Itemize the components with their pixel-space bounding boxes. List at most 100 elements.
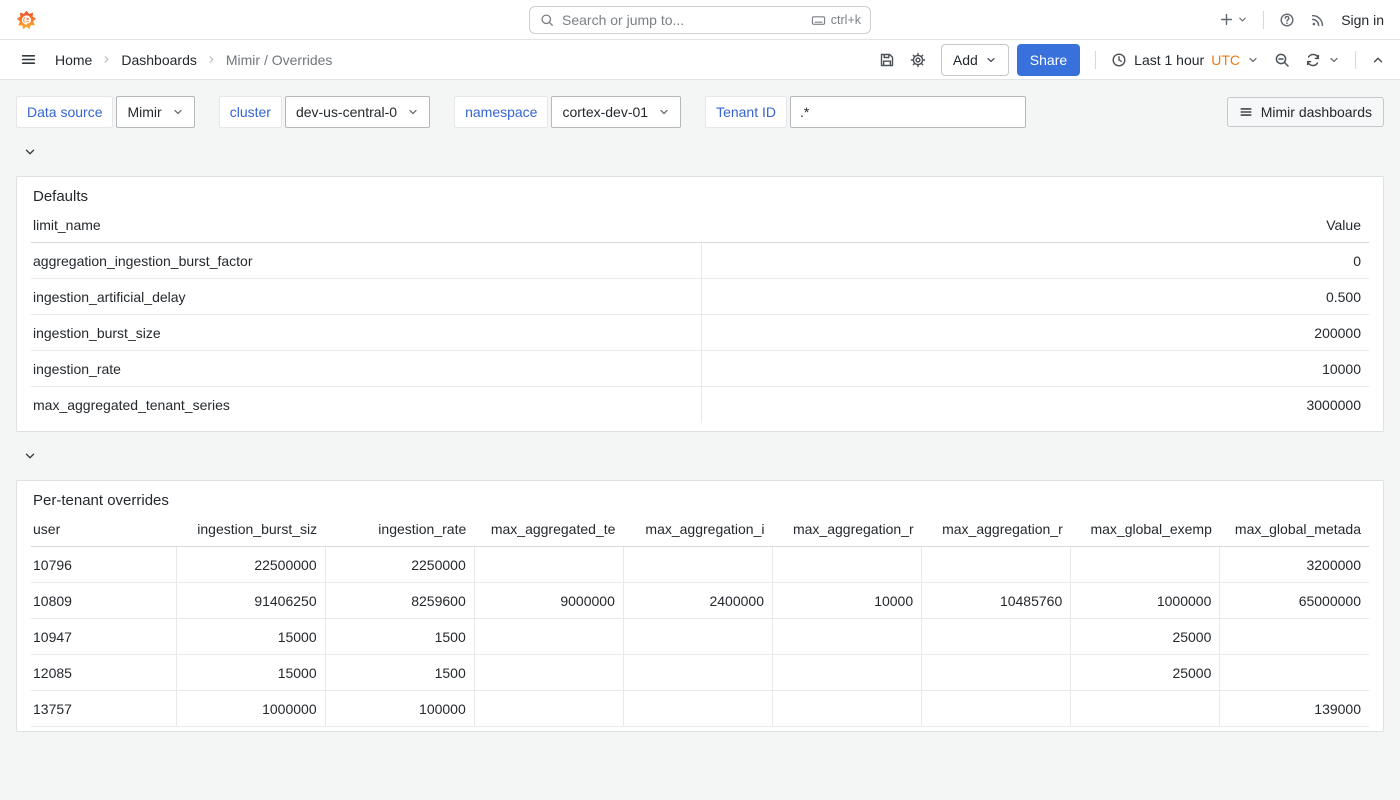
variable-filter-row: Data source Mimir cluster dev-us-central… [16, 96, 1384, 128]
table-cell: 2400000 [623, 583, 772, 619]
action-buttons: Add Share [941, 44, 1080, 76]
table-cell [623, 655, 772, 691]
add-button[interactable]: Add [941, 44, 1009, 76]
table-cell: 100000 [325, 691, 474, 727]
help-button[interactable] [1279, 12, 1295, 28]
table-cell: 1500 [325, 619, 474, 655]
column-header[interactable]: user [31, 521, 176, 547]
new-button[interactable] [1219, 12, 1248, 27]
clock-icon [1111, 52, 1127, 68]
top-nav-right: Sign in [1219, 11, 1384, 29]
main-menu-button[interactable] [20, 51, 37, 68]
breadcrumb-dashboards[interactable]: Dashboards [121, 52, 197, 68]
table-cell: 1500 [325, 655, 474, 691]
namespace-variable: namespace cortex-dev-01 [454, 96, 681, 128]
tenant-id-variable: Tenant ID [705, 96, 1026, 128]
table-cell: 25000 [1071, 619, 1220, 655]
search-shortcut: ctrl+k [811, 13, 861, 28]
breadcrumb-current: Mimir / Overrides [226, 52, 333, 68]
table-cell: ingestion_artificial_delay [31, 279, 701, 315]
table-cell: 1000000 [1071, 583, 1220, 619]
chevron-down-icon [1237, 14, 1248, 25]
table-cell [1071, 691, 1220, 727]
news-button[interactable] [1310, 12, 1326, 28]
column-header[interactable]: limit_name [31, 217, 701, 243]
column-header[interactable]: Value [701, 217, 1369, 243]
panel-title[interactable]: Defaults [31, 185, 1369, 209]
datasource-variable: Data source Mimir [16, 96, 195, 128]
search-input[interactable]: Search or jump to... ctrl+k [529, 6, 871, 34]
table-cell [474, 547, 623, 583]
grafana-logo[interactable] [16, 9, 37, 31]
chevron-right-icon [206, 54, 217, 65]
menu-icon [1239, 105, 1253, 119]
table-cell: 200000 [701, 315, 1369, 351]
hamburger-icon [20, 51, 37, 68]
panel-title[interactable]: Per-tenant overrides [31, 489, 1369, 513]
refresh-interval-dropdown[interactable] [1328, 54, 1340, 66]
table-row: 1208515000150025000 [31, 655, 1369, 691]
table-row: 1080991406250825960090000002400000100001… [31, 583, 1369, 619]
sign-in-link[interactable]: Sign in [1341, 12, 1384, 28]
table-cell [1220, 655, 1369, 691]
table-cell [474, 655, 623, 691]
table-cell: 139000 [1220, 691, 1369, 727]
plus-icon [1219, 12, 1234, 27]
column-header[interactable]: max_aggregation_r [773, 521, 922, 547]
keyboard-icon [811, 13, 826, 28]
cluster-select[interactable]: dev-us-central-0 [285, 96, 430, 128]
row-collapse-toggle-defaults[interactable] [23, 144, 37, 160]
per-tenant-overrides-panel: Per-tenant overrides useringestion_burst… [16, 480, 1384, 732]
share-button[interactable]: Share [1017, 44, 1080, 76]
chevron-down-icon [23, 449, 37, 463]
column-header[interactable]: max_aggregation_r [922, 521, 1071, 547]
table-cell [623, 691, 772, 727]
refresh-icon [1305, 52, 1321, 68]
overrides-table: useringestion_burst_sizingestion_ratemax… [31, 521, 1369, 727]
column-header[interactable]: max_global_metada [1220, 521, 1369, 547]
table-cell: 65000000 [1220, 583, 1369, 619]
table-row: aggregation_ingestion_burst_factor0 [31, 243, 1369, 279]
namespace-select[interactable]: cortex-dev-01 [551, 96, 681, 128]
refresh-button[interactable] [1305, 52, 1321, 68]
gear-icon [910, 52, 926, 68]
column-header[interactable]: ingestion_rate [325, 521, 474, 547]
table-cell: 10000 [773, 583, 922, 619]
table-row: 1094715000150025000 [31, 619, 1369, 655]
table-cell [773, 691, 922, 727]
dashboard-settings-button[interactable] [910, 52, 926, 68]
dashboard-toolbar: Home Dashboards Mimir / Overrides Add Sh… [0, 40, 1400, 80]
table-cell: 0.500 [701, 279, 1369, 315]
mimir-dashboards-button[interactable]: Mimir dashboards [1227, 97, 1384, 127]
tenant-id-input[interactable] [790, 96, 1026, 128]
table-row: 107962250000022500003200000 [31, 547, 1369, 583]
table-cell: 12085 [31, 655, 176, 691]
defaults-table: limit_nameValue aggregation_ingestion_bu… [31, 217, 1369, 423]
datasource-select[interactable]: Mimir [116, 96, 194, 128]
divider [1355, 51, 1356, 69]
row-collapse-toggle-overrides[interactable] [23, 448, 37, 464]
table-cell: 10796 [31, 547, 176, 583]
table-cell: 15000 [176, 655, 325, 691]
table-cell: 10000 [701, 351, 1369, 387]
table-cell: 0 [701, 243, 1369, 279]
breadcrumb-home[interactable]: Home [55, 52, 92, 68]
table-cell [773, 619, 922, 655]
collapse-toolbar-button[interactable] [1371, 53, 1385, 67]
table-cell: aggregation_ingestion_burst_factor [31, 243, 701, 279]
search-placeholder: Search or jump to... [562, 12, 803, 28]
save-icon [879, 52, 895, 68]
time-range-picker[interactable]: Last 1 hour UTC [1111, 52, 1259, 68]
column-header[interactable]: max_aggregated_te [474, 521, 623, 547]
table-cell: ingestion_burst_size [31, 315, 701, 351]
dashboard-content: Data source Mimir cluster dev-us-central… [0, 80, 1400, 748]
column-header[interactable]: max_global_exemp [1071, 521, 1220, 547]
column-header[interactable]: max_aggregation_i [623, 521, 772, 547]
chevron-down-icon [658, 106, 670, 118]
zoom-out-time-button[interactable] [1274, 52, 1290, 68]
rss-icon [1310, 12, 1326, 28]
save-dashboard-button[interactable] [879, 52, 895, 68]
column-header[interactable]: ingestion_burst_siz [176, 521, 325, 547]
chevron-down-icon [23, 145, 37, 159]
table-cell [773, 547, 922, 583]
